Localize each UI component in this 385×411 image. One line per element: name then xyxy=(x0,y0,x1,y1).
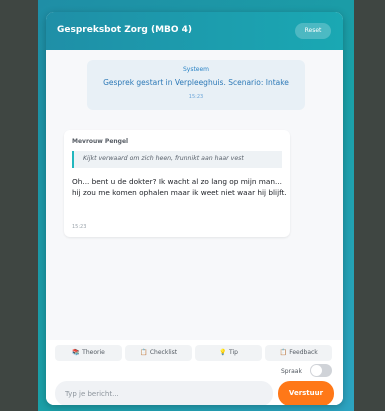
clipboard-icon: 📋 xyxy=(279,349,287,356)
chat-window: Gespreksbot Zorg (MBO 4) Reset Systeem G… xyxy=(46,12,343,405)
quick-actions: 📚 Theorie 📋 Checklist 💡 Tip 📋 Feedback xyxy=(55,345,333,361)
message-input[interactable] xyxy=(55,381,273,405)
feedback-button[interactable]: 📋 Feedback xyxy=(265,345,332,361)
incoming-message-card: Mevrouw Pengel Kijkt verwaard om zich he… xyxy=(64,130,290,237)
checklist-button[interactable]: 📋 Checklist xyxy=(125,345,192,361)
chat-message-area[interactable]: Systeem Gesprek gestart in Verpleeghuis.… xyxy=(46,50,343,340)
nonverbal-action-box: Kijkt verwaard om zich heen, frunnikt aa… xyxy=(72,151,282,168)
speech-label: Spraak xyxy=(281,368,302,375)
feedback-label: Feedback xyxy=(289,349,318,356)
checklist-label: Checklist xyxy=(149,349,178,356)
system-message-title: Systeem xyxy=(182,66,210,73)
system-message-card: Systeem Gesprek gestart in Verpleeghuis.… xyxy=(87,60,305,110)
tip-button[interactable]: 💡 Tip xyxy=(195,345,262,361)
theory-button[interactable]: 📚 Theorie xyxy=(55,345,122,361)
system-message-text: Gesprek gestart in Verpleeghuis. Scenari… xyxy=(103,78,289,87)
theory-label: Theorie xyxy=(82,349,105,356)
page-title: Gespreksbot Zorg (MBO 4) xyxy=(57,25,193,35)
message-text: Oh... bent u de dokter? Ik wacht al zo l… xyxy=(72,177,287,197)
nonverbal-action-text: Kijkt verwaard om zich heen, frunnikt aa… xyxy=(83,155,244,162)
chat-header: Gespreksbot Zorg (MBO 4) Reset xyxy=(46,12,343,50)
send-button[interactable]: Verstuur xyxy=(278,381,334,405)
toggle-knob xyxy=(311,365,322,376)
message-sender: Mevrouw Pengel xyxy=(72,138,129,145)
speech-toggle[interactable] xyxy=(310,364,332,377)
system-message-time: 15:23 xyxy=(188,94,204,100)
chat-controls: 📚 Theorie 📋 Checklist 💡 Tip 📋 Feedback Spraa… xyxy=(46,340,343,405)
message-time: 15:23 xyxy=(72,224,87,230)
clipboard-icon: 📋 xyxy=(140,349,148,356)
books-icon: 📚 xyxy=(72,349,80,356)
lightbulb-icon: 💡 xyxy=(219,349,227,356)
tip-label: Tip xyxy=(229,349,238,356)
reset-button[interactable]: Reset xyxy=(295,23,331,39)
